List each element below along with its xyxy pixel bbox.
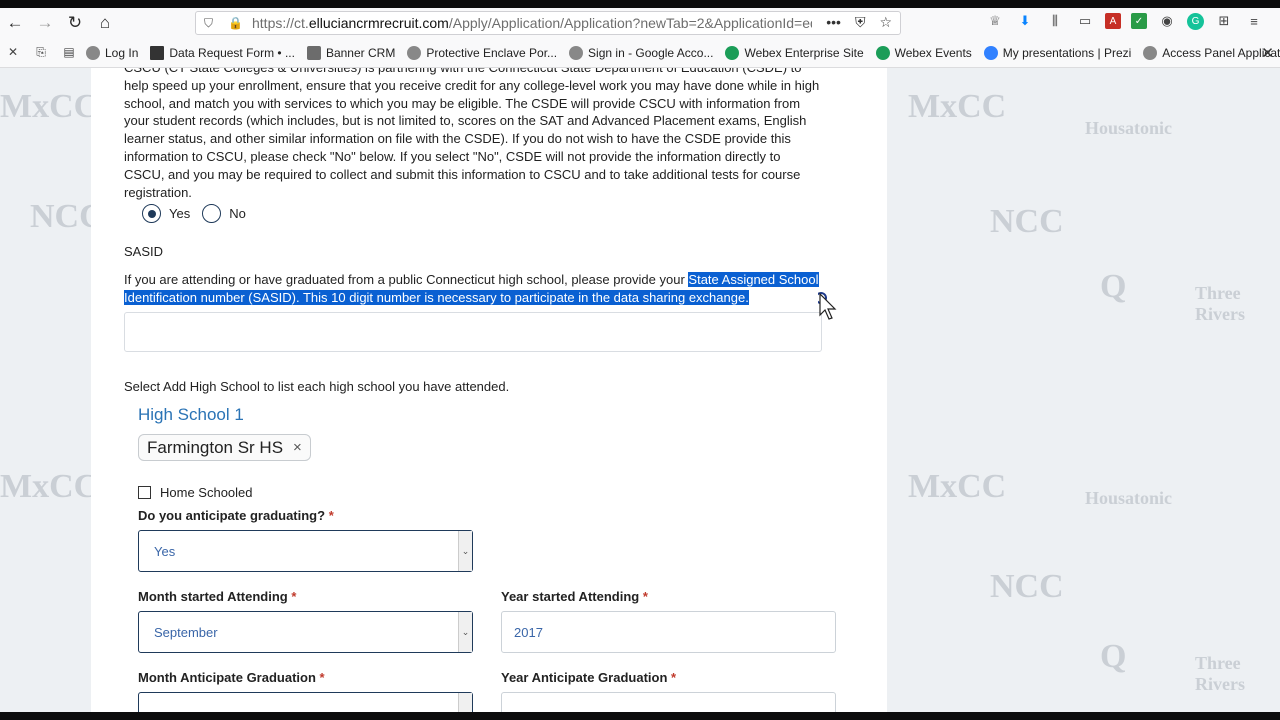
globe-icon	[407, 45, 422, 60]
graduating-value: Yes	[154, 543, 176, 559]
month-started-label: Month started Attending *	[138, 589, 297, 604]
url-text[interactable]: https://ct.elluciancrmrecruit.com/Apply/…	[252, 15, 812, 31]
background-logo: MxCC	[0, 88, 99, 125]
chevron-down-icon[interactable]: ⌄	[458, 531, 472, 571]
webex-icon	[875, 45, 890, 60]
globe-icon	[1143, 45, 1158, 60]
page-actions-button[interactable]: •••	[826, 14, 841, 31]
year-started-value: 2017	[514, 624, 543, 640]
bookmark-item[interactable]: Webex Enterprise Site	[725, 45, 864, 60]
remove-chip-icon[interactable]: ×	[293, 439, 302, 456]
bookmark-item[interactable]: Access Panel Applicati...	[1143, 45, 1280, 60]
bookmark-item[interactable]: Data Request Form • ...	[150, 45, 295, 60]
bookmarks-toolbar: ✕ ⎘ ▤ Log In Data Request Form • ... Ban…	[0, 38, 1280, 68]
home-button[interactable]: ⌂	[90, 10, 120, 36]
radio-yes[interactable]	[142, 204, 161, 223]
year-graduation-input[interactable]	[501, 692, 836, 712]
home-schooled-label: Home Schooled	[160, 485, 253, 500]
downloads-icon[interactable]: ⬇	[1015, 11, 1035, 31]
bookmark-star-icon[interactable]: ☆	[879, 14, 892, 31]
graduating-label: Do you anticipate graduating? *	[138, 508, 334, 523]
pdf-extension-icon[interactable]: A	[1105, 13, 1121, 29]
background-logo: Three Rivers	[1195, 653, 1245, 694]
navigation-toolbar: ← → ↻ ⌂ ⛉ 🔒 https://ct.elluciancrmrecrui…	[0, 8, 1280, 38]
reading-list-icon[interactable]: ♕	[985, 11, 1005, 31]
bookmark-item[interactable]: Log In	[86, 45, 138, 60]
sasid-description: If you are attending or have graduated f…	[124, 272, 819, 305]
copy-icon[interactable]: ⎘	[32, 45, 50, 60]
radio-yes-label: Yes	[169, 206, 191, 221]
menu-icon[interactable]: ≡	[1244, 11, 1264, 31]
sidebar-icon[interactable]: ▭	[1075, 11, 1095, 31]
selected-text: State Assigned School	[688, 272, 819, 287]
background-logo: Q	[1100, 268, 1127, 305]
high-school-name: Farmington Sr HS	[147, 437, 284, 457]
clipboard-icon[interactable]: ▤	[60, 45, 78, 60]
chevron-down-icon[interactable]: ⌄	[458, 693, 472, 712]
chevron-down-icon[interactable]: ⌄	[458, 612, 472, 652]
lock-icon[interactable]: 🔒	[228, 16, 246, 30]
background-logo: Housatonic	[1085, 118, 1173, 138]
login-icon	[86, 45, 100, 60]
mouse-cursor-icon	[818, 292, 837, 320]
account-icon[interactable]: ◉	[1157, 11, 1177, 31]
overflow-close-icon[interactable]: ✕	[1261, 44, 1274, 62]
bookmark-item[interactable]: Protective Enclave Por...	[407, 45, 557, 60]
month-started-select[interactable]: September ⌄	[138, 611, 473, 653]
close-tool-icon[interactable]: ✕	[4, 45, 22, 60]
home-schooled-checkbox[interactable]	[138, 486, 151, 499]
bookmark-item[interactable]: Sign in - Google Acco...	[569, 45, 713, 60]
window-top-edge	[0, 0, 1280, 8]
background-logo: Q	[1100, 638, 1127, 675]
radio-no[interactable]	[202, 204, 222, 223]
year-started-input[interactable]: 2017	[501, 611, 836, 653]
globe-icon	[569, 45, 584, 60]
radio-no-label: No	[229, 206, 246, 221]
extension-icon[interactable]: ✓	[1131, 13, 1147, 29]
month-started-value: September	[154, 624, 218, 640]
selected-text: Identification number (SASID). This 10 d…	[124, 289, 749, 305]
library-icon[interactable]: ⫼	[1045, 11, 1065, 31]
background-logo: MxCC	[908, 88, 1007, 125]
extensions-menu-icon[interactable]: ⊞	[1214, 11, 1234, 31]
high-school-chip[interactable]: Farmington Sr HS ×	[138, 434, 311, 461]
prezi-icon	[983, 45, 998, 60]
grammarly-icon[interactable]: G	[1187, 12, 1204, 30]
sasid-input[interactable]	[124, 312, 822, 352]
high-school-title: High School 1	[138, 405, 244, 424]
graduating-select[interactable]: Yes ⌄	[138, 530, 473, 572]
sasid-label: SASID	[124, 244, 164, 259]
background-logo: NCC	[990, 568, 1064, 605]
forward-button[interactable]: →	[30, 10, 60, 36]
address-bar[interactable]: ⛉ 🔒 https://ct.elluciancrmrecruit.com/Ap…	[195, 11, 901, 35]
application-form-panel: CSCU (CT State Colleges & Universities) …	[91, 68, 887, 712]
bookmark-item[interactable]: My presentations | Prezi	[983, 45, 1131, 60]
back-button[interactable]: ←	[0, 10, 30, 36]
csde-intro-text: CSCU (CT State Colleges & Universities) …	[124, 68, 820, 200]
folder-icon	[306, 45, 321, 60]
background-logo: MxCC	[908, 468, 1007, 505]
pocket-icon[interactable]: ⛨	[855, 14, 866, 31]
webex-icon	[725, 45, 740, 60]
add-high-school-instruction: Select Add High School to list each high…	[124, 379, 510, 394]
reload-button[interactable]: ↻	[60, 10, 90, 36]
home-schooled-row: Home Schooled	[138, 485, 253, 500]
background-logo: MxCC	[0, 468, 99, 505]
form-icon	[150, 45, 165, 60]
background-logo: Housatonic	[1085, 488, 1173, 508]
year-started-label: Year started Attending *	[501, 589, 648, 604]
csde-consent-radio-group: Yes No	[142, 204, 258, 223]
shield-icon[interactable]: ⛉	[204, 16, 222, 31]
month-graduation-select[interactable]: ⌄	[138, 692, 473, 712]
bookmark-item[interactable]: Webex Events	[875, 45, 972, 60]
background-logo: NCC	[990, 203, 1064, 240]
window-bottom-edge	[0, 712, 1280, 720]
bookmark-item[interactable]: Banner CRM	[306, 45, 395, 60]
year-graduation-label: Year Anticipate Graduation *	[501, 670, 677, 685]
background-logo: Three Rivers	[1195, 283, 1245, 324]
month-graduation-label: Month Anticipate Graduation *	[138, 670, 325, 685]
